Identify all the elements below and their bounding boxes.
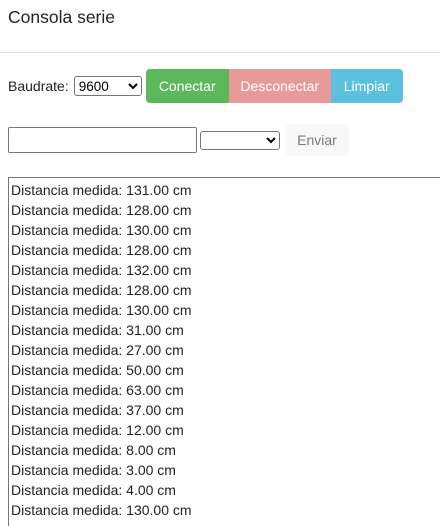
console-line: Distancia medida: 132.00 cm xyxy=(11,262,192,278)
console-line: Distancia medida: 8.00 cm xyxy=(11,442,176,458)
baudrate-label: Baudrate: xyxy=(8,78,69,94)
console-line: Distancia medida: 63.00 cm xyxy=(11,382,184,398)
console-line: Distancia medida: 130.00 cm xyxy=(11,302,192,318)
serial-console-page: Consola serie Baudrate: 9600 Conectar De… xyxy=(0,0,440,526)
console-line: Distancia medida: 130.00 cm xyxy=(11,222,192,238)
send-row: Enviar xyxy=(8,124,349,156)
console-line: Distancia medida: 130.00 cm xyxy=(11,502,192,518)
page-title: Consola serie xyxy=(8,7,115,27)
console-line: Distancia medida: 128.00 cm xyxy=(11,282,192,298)
disconnect-button[interactable]: Desconectar xyxy=(228,69,331,103)
console-line: Distancia medida: 128.00 cm xyxy=(11,202,192,218)
line-ending-select[interactable] xyxy=(200,130,280,150)
console-line: Distancia medida: 50.00 cm xyxy=(11,362,184,378)
send-input[interactable] xyxy=(8,127,197,153)
console-line: Distancia medida: 3.00 cm xyxy=(11,462,176,478)
console-line: Distancia medida: 31.00 cm xyxy=(11,322,184,338)
connection-toolbar: Baudrate: 9600 Conectar Desconectar Limp… xyxy=(8,69,403,103)
console-output[interactable]: Distancia medida: 131.00 cm Distancia med… xyxy=(8,177,440,526)
header: Consola serie xyxy=(0,0,440,53)
console-line: Distancia medida: 12.00 cm xyxy=(11,422,184,438)
baudrate-select[interactable]: 9600 xyxy=(73,76,142,96)
clear-button[interactable]: Limpiar xyxy=(330,69,403,103)
console-line: Distancia medida: 27.00 cm xyxy=(11,342,184,358)
console-line: Distancia medida: 128.00 cm xyxy=(11,242,192,258)
console-line: Distancia medida: 131.00 cm xyxy=(11,182,192,198)
send-button[interactable]: Enviar xyxy=(285,124,349,156)
connect-button[interactable]: Conectar xyxy=(145,69,229,103)
console-line: Distancia medida: 4.00 cm xyxy=(11,482,176,498)
console-line: Distancia medida: 37.00 cm xyxy=(11,402,184,418)
